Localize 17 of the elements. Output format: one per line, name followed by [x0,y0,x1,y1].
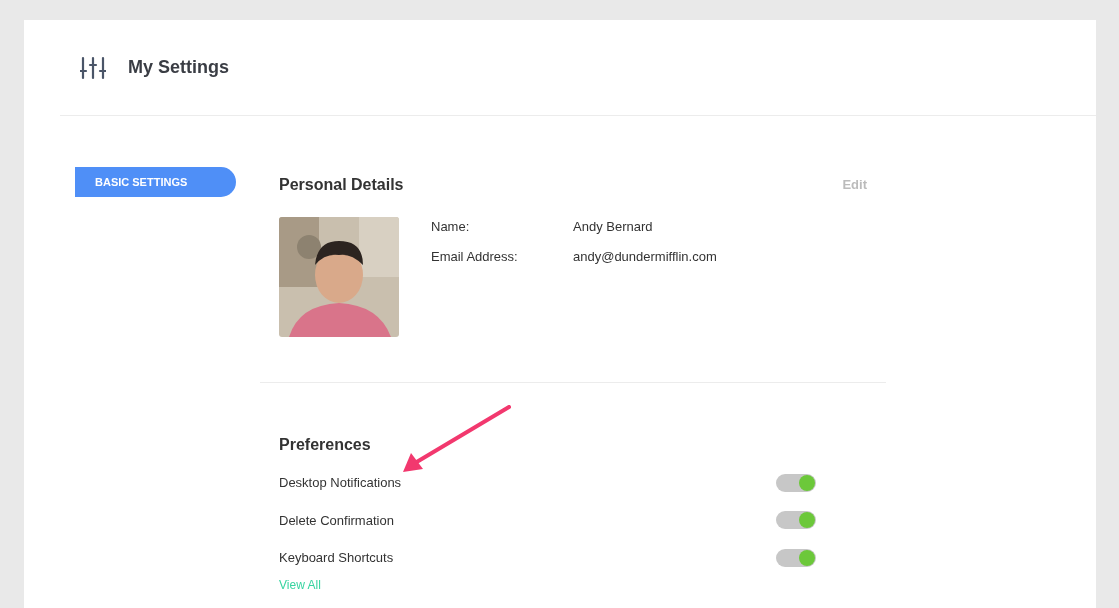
preference-label: Keyboard Shortcuts [279,549,394,567]
preference-label: Delete Confirmation [279,511,394,530]
section-title: Personal Details [279,175,404,195]
edit-link[interactable]: Edit [842,175,867,195]
field-label: Name: [431,218,471,236]
page-title: My Settings [128,56,229,79]
field-value: Andy Bernard [573,218,653,236]
section-title: Preferences [279,435,372,455]
view-all-link[interactable]: View All [279,575,321,594]
nav-tab[interactable]: BASIC SETTINGS [75,167,236,197]
toggle-switch[interactable] [776,473,816,492]
preference-label: Desktop Notifications [279,474,402,492]
field-label: Email Address: [431,247,519,266]
toggle-switch[interactable] [776,511,816,530]
toggle-switch[interactable] [776,548,816,567]
settings-icon [80,55,106,80]
field-value: andy@dundermifflin.com [573,247,717,266]
